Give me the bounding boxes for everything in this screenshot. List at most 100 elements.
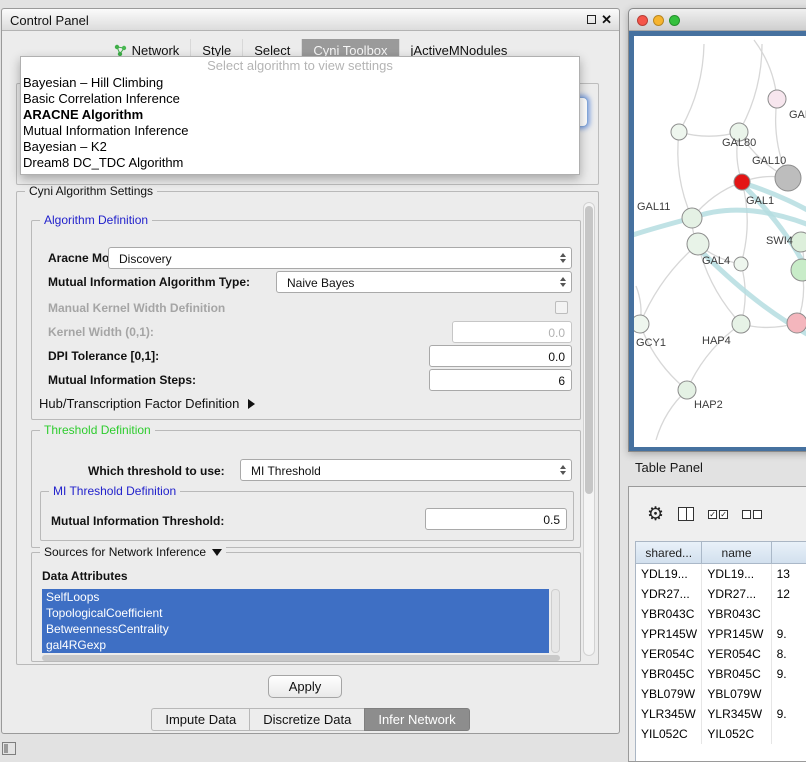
kernel-width-field[interactable]: 0.0 [452, 321, 572, 343]
close-icon[interactable]: ✕ [601, 12, 612, 28]
popup-placeholder: Select algorithm to view settings [21, 57, 579, 75]
data-attributes-list[interactable]: SelfLoopsTopologicalCoefficientBetweenne… [42, 589, 549, 653]
network-node[interactable] [678, 381, 696, 399]
settings-group-title: Cyni Algorithm Settings [25, 184, 157, 198]
combo-arrows-icon [560, 253, 566, 263]
combo-arrows-icon [560, 277, 566, 287]
attribute-item[interactable]: SelfLoops [42, 589, 549, 605]
table-row[interactable]: YBL079WYBL079W [636, 684, 806, 704]
node-label: GCY1 [636, 337, 666, 349]
table-cell: YLR345W [702, 704, 771, 724]
attribute-item[interactable]: BetweennessCentrality [42, 621, 549, 637]
minimize-traffic-button[interactable] [653, 15, 664, 26]
table-cell: YBR043C [702, 604, 771, 624]
network-node[interactable] [671, 124, 687, 140]
table-row[interactable]: YLR345WYLR345W9. [636, 704, 806, 724]
algorithm-option[interactable]: Mutual Information Inference [21, 123, 579, 139]
gear-icon[interactable]: ⚙ [647, 505, 664, 524]
table-cell: YIL052C [636, 724, 702, 744]
attributes-horizontal-scrollbar[interactable] [42, 655, 560, 661]
attribute-item[interactable]: TopologicalCoefficient [42, 605, 549, 621]
which-threshold-select[interactable]: MI Threshold [240, 459, 572, 481]
algorithm-option[interactable]: Bayesian – Hill Climbing [21, 75, 579, 91]
expand-arrow-icon [248, 399, 255, 409]
table-cell: YBR045C [636, 664, 702, 684]
network-node[interactable] [791, 232, 806, 252]
sources-title[interactable]: Sources for Network Inference [40, 545, 226, 559]
node-label: HAP2 [694, 399, 723, 411]
network-node[interactable] [732, 315, 750, 333]
column-header-name[interactable]: name [702, 542, 771, 564]
network-node[interactable] [775, 165, 801, 191]
hub-definition-toggle[interactable]: Hub/Transcription Factor Definition [39, 396, 255, 411]
table-cell: YBR043C [636, 604, 702, 624]
network-node[interactable] [791, 259, 806, 281]
table-cell: YIL052C [702, 724, 771, 744]
mi-threshold-field[interactable]: 0.5 [425, 508, 567, 530]
mi-threshold-group-title: MI Threshold Definition [49, 484, 180, 498]
table-row[interactable]: YBR045CYBR045C9. [636, 664, 806, 684]
attribute-item[interactable]: gal4RGexp [42, 637, 549, 653]
network-canvas[interactable]: GALGAL80GAL10GAL11GAL1SWI4GAL4GCY1HAP4HA… [634, 36, 806, 447]
algorithm-definition-group: Algorithm Definition Aracne Mode: Discov… [31, 220, 581, 420]
close-traffic-button[interactable] [637, 15, 648, 26]
algorithm-option[interactable]: ARACNE Algorithm [21, 107, 579, 123]
table-row[interactable]: YBR043CYBR043C [636, 604, 806, 624]
aracne-mode-select[interactable]: Discovery [108, 247, 572, 269]
kernel-width-label: Kernel Width (0,1): [48, 325, 154, 339]
select-all-icon[interactable]: ✓ ✓ [708, 510, 728, 519]
hub-definition-label: Hub/Transcription Factor Definition [39, 396, 239, 411]
zoom-traffic-button[interactable] [669, 15, 680, 26]
network-node[interactable] [787, 313, 806, 333]
algorithm-dropdown-popup: Select algorithm to view settings Bayesi… [20, 56, 580, 175]
network-node[interactable] [768, 90, 786, 108]
settings-scrollbar-thumb[interactable] [585, 206, 593, 494]
column-header-partial[interactable] [772, 542, 806, 564]
desktop: Control Panel ✕ Network Style Select Cyn… [0, 0, 806, 762]
columns-icon[interactable] [678, 507, 694, 521]
algorithm-option[interactable]: Basic Correlation Inference [21, 91, 579, 107]
checked-box-icon: ✓ [719, 510, 728, 519]
table-cell: 9. [772, 624, 806, 644]
sources-group: Sources for Network Inference Data Attri… [31, 552, 581, 662]
network-node[interactable] [734, 174, 750, 190]
node-label: GAL11 [637, 201, 670, 213]
show-panel-icon[interactable] [2, 742, 16, 755]
tab-infer-network[interactable]: Infer Network [364, 708, 469, 731]
table-cell: YBL079W [702, 684, 771, 704]
dpi-tolerance-field[interactable]: 0.0 [429, 345, 572, 367]
table-cell: YER054C [636, 644, 702, 664]
table-cell [772, 684, 806, 704]
attributes-vertical-scrollbar[interactable] [551, 589, 560, 653]
settings-scrollbar[interactable] [583, 202, 595, 656]
apply-button[interactable]: Apply [268, 675, 342, 698]
tab-discretize-data[interactable]: Discretize Data [249, 708, 364, 731]
float-window-icon[interactable] [587, 15, 596, 24]
network-node[interactable] [687, 233, 709, 255]
tab-impute-data[interactable]: Impute Data [151, 708, 249, 731]
table-row[interactable]: YER054CYER054C8. [636, 644, 806, 664]
manual-kernel-checkbox[interactable] [555, 301, 568, 314]
algorithm-option[interactable]: Dream8 DC_TDC Algorithm [21, 155, 579, 171]
table-cell: YPR145W [702, 624, 771, 644]
mi-steps-field[interactable]: 6 [429, 369, 572, 391]
network-node[interactable] [734, 257, 748, 271]
algorithm-option[interactable]: Bayesian – K2 [21, 139, 579, 155]
network-window-titlebar[interactable] [629, 9, 806, 31]
table-cell: YLR345W [636, 704, 702, 724]
table-row[interactable]: YDR27...YDR27...12 [636, 584, 806, 604]
unchecked-box-icon [742, 510, 751, 519]
table-row[interactable]: YIL052CYIL052C [636, 724, 806, 744]
network-edge [640, 244, 698, 324]
algorithm-popup-list: Bayesian – Hill ClimbingBasic Correlatio… [21, 75, 579, 171]
table-row[interactable]: YPR145WYPR145W9. [636, 624, 806, 644]
panel-title: Control Panel [10, 13, 89, 28]
column-header-shared-name[interactable]: shared... [636, 542, 702, 564]
cyni-algorithm-settings-group: Cyni Algorithm Settings Algorithm Defini… [16, 191, 599, 665]
deselect-all-icon[interactable] [742, 510, 762, 519]
table-cell: YBR045C [702, 664, 771, 684]
mi-type-select[interactable]: Naive Bayes [276, 271, 572, 293]
network-node[interactable] [682, 208, 702, 228]
table-row[interactable]: YDL19...YDL19...13 [636, 564, 806, 584]
network-node[interactable] [634, 315, 649, 333]
